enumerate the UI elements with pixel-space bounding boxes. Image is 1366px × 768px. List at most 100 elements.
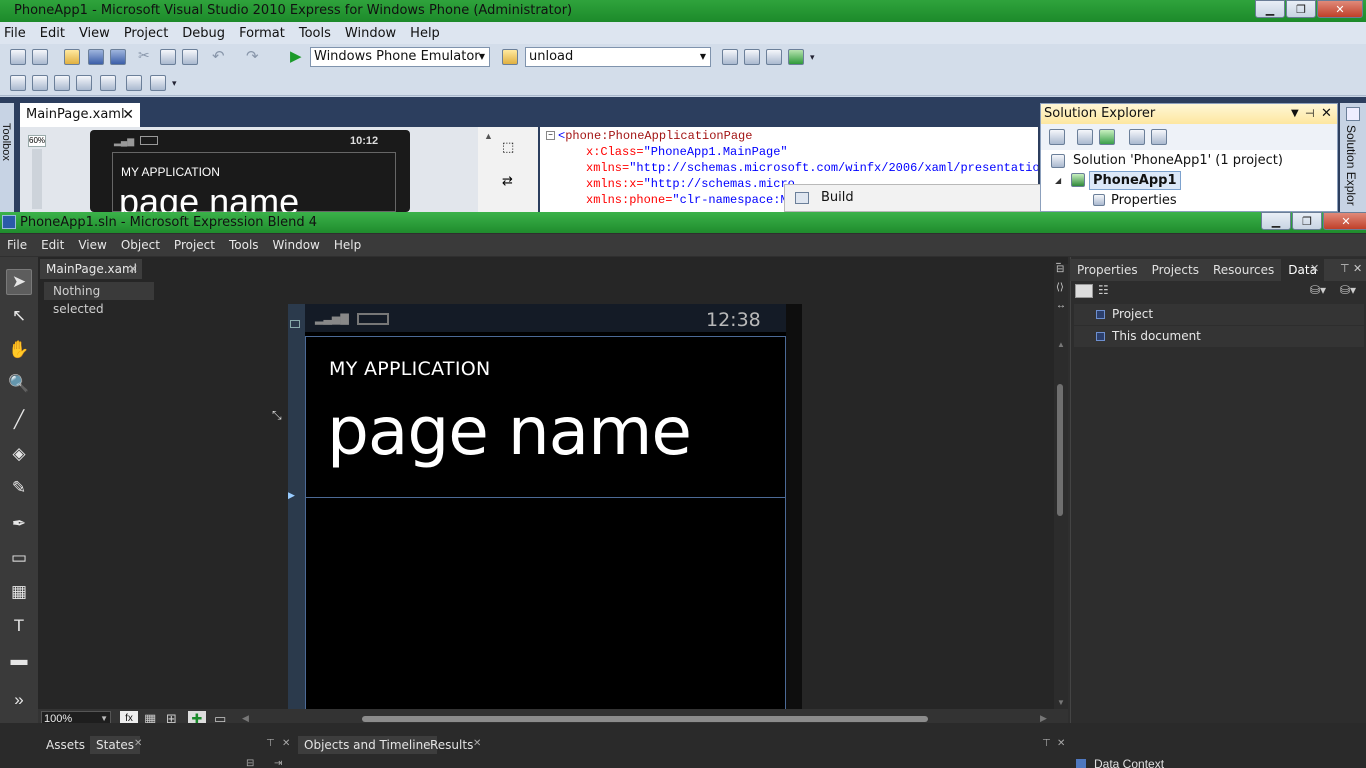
- new-project-icon[interactable]: [10, 49, 26, 65]
- data-item-this-document[interactable]: This document: [1074, 326, 1364, 347]
- save-all-icon[interactable]: [110, 49, 126, 65]
- blend-menu-object[interactable]: Object: [114, 238, 167, 252]
- tab-objects-and-timeline[interactable]: Objects and Timeline: [298, 736, 437, 754]
- size-icon[interactable]: [32, 75, 48, 91]
- properties-icon[interactable]: [744, 49, 760, 65]
- close-icon[interactable]: ✕: [473, 738, 481, 749]
- swap-icon[interactable]: ⇄: [502, 173, 513, 189]
- properties-node[interactable]: Properties: [1111, 193, 1177, 208]
- tab-resources[interactable]: Resources: [1206, 259, 1281, 281]
- grid-mode-icon[interactable]: [290, 320, 300, 328]
- vs-zoom-box[interactable]: 60%: [28, 135, 46, 147]
- context-menu-build[interactable]: Build: [821, 190, 854, 205]
- tab-assets[interactable]: Assets: [40, 736, 91, 754]
- assets-expand-icon[interactable]: »: [6, 687, 32, 713]
- create-data-source-icon[interactable]: ⛁▾: [1310, 283, 1326, 297]
- align-icon[interactable]: [10, 75, 26, 91]
- find-combo[interactable]: unload ▼: [525, 47, 711, 67]
- eyedropper-tool-icon[interactable]: ╱: [6, 407, 32, 433]
- code-view-icon[interactable]: ⟨⟩: [1056, 282, 1064, 293]
- solution-explorer-icon[interactable]: [722, 49, 738, 65]
- expander-icon[interactable]: ◢: [1055, 176, 1061, 185]
- data-item-project[interactable]: Project: [1074, 304, 1364, 325]
- solution-explorer-icon[interactable]: [1346, 107, 1360, 121]
- row-marker-icon[interactable]: ▶: [288, 490, 295, 501]
- solution-explorer-side-label[interactable]: Solution Explor: [1344, 125, 1358, 206]
- toolbar-overflow-icon[interactable]: ▾: [810, 52, 815, 63]
- close-icon[interactable]: ✕: [1353, 262, 1362, 275]
- close-button[interactable]: ✕: [1323, 212, 1366, 230]
- format-icon[interactable]: [100, 75, 116, 91]
- open-file-icon[interactable]: [64, 49, 80, 65]
- artboard-horizontal-scroll-thumb[interactable]: [362, 716, 928, 722]
- vs-doc-tab-mainpage[interactable]: MainPage.xaml ✕: [20, 103, 140, 127]
- indent-icon[interactable]: [126, 75, 142, 91]
- maximize-button[interactable]: ❐: [1286, 0, 1316, 18]
- copy-icon[interactable]: [160, 49, 176, 65]
- vs-menu-debug[interactable]: Debug: [178, 26, 235, 41]
- create-sample-data-icon[interactable]: ⛁▾: [1340, 283, 1356, 297]
- minimize-button[interactable]: ▁: [1255, 0, 1285, 18]
- find-in-files-icon[interactable]: [502, 49, 518, 65]
- swap-panes-icon[interactable]: ⬚: [502, 139, 514, 155]
- blend-menu-view[interactable]: View: [71, 238, 113, 252]
- pin-icon[interactable]: ⊣: [1305, 104, 1315, 124]
- chevron-down-icon[interactable]: ▼: [1291, 104, 1299, 124]
- project-node[interactable]: PhoneApp1: [1089, 171, 1181, 190]
- toolbox-strip[interactable]: Toolbox: [0, 103, 14, 212]
- rectangle-tool-icon[interactable]: ▭: [6, 545, 32, 571]
- save-icon[interactable]: [88, 49, 104, 65]
- split-view-icon[interactable]: ↔: [1056, 300, 1066, 311]
- vs-zoom-slider[interactable]: [32, 149, 42, 209]
- pin-icon[interactable]: ⊤: [1042, 738, 1051, 749]
- blend-menu-project[interactable]: Project: [167, 238, 222, 252]
- scroll-up-icon[interactable]: ▲: [1057, 340, 1065, 349]
- blend-menu-help[interactable]: Help: [327, 238, 368, 252]
- close-icon[interactable]: ✕: [282, 738, 290, 749]
- blend-doc-tab-mainpage[interactable]: MainPage.xaml ✕: [40, 259, 142, 279]
- add-state-group-icon[interactable]: ⊟: [246, 758, 254, 768]
- font-icon[interactable]: [76, 75, 92, 91]
- undo-icon[interactable]: ↶: [212, 47, 225, 65]
- pointer-icon[interactable]: [54, 75, 70, 91]
- close-icon[interactable]: ✕: [128, 259, 138, 279]
- add-item-icon[interactable]: [32, 49, 48, 65]
- vs-menu-edit[interactable]: Edit: [36, 26, 75, 41]
- grid-tool-icon[interactable]: ▦: [6, 579, 32, 605]
- paste-icon[interactable]: [182, 49, 198, 65]
- pin-icon[interactable]: ⊤: [1340, 262, 1350, 275]
- pin-icon[interactable]: ⊤: [266, 738, 275, 749]
- close-icon[interactable]: ✕: [134, 738, 142, 749]
- view-designer-icon[interactable]: [1151, 129, 1167, 145]
- vs-menu-format[interactable]: Format: [235, 26, 295, 41]
- deployment-target-combo[interactable]: Windows Phone Emulator ▼: [310, 47, 490, 67]
- vs-menu-window[interactable]: Window: [341, 26, 406, 41]
- extension-icon[interactable]: [788, 49, 804, 65]
- refresh-icon[interactable]: [1099, 129, 1115, 145]
- close-icon[interactable]: ✕: [1310, 262, 1319, 275]
- tab-properties[interactable]: Properties: [1070, 259, 1145, 281]
- blend-menu-edit[interactable]: Edit: [34, 238, 71, 252]
- show-all-files-icon[interactable]: [1077, 129, 1093, 145]
- blend-menu-window[interactable]: Window: [266, 238, 327, 252]
- start-debugging-icon[interactable]: ▶: [290, 47, 302, 65]
- selection-tool-icon[interactable]: ➤: [6, 269, 32, 295]
- minimize-button[interactable]: ▁: [1261, 212, 1291, 230]
- right-dock-strip[interactable]: Solution Explor: [1340, 103, 1366, 212]
- toolbar-overflow-icon[interactable]: ▾: [172, 78, 177, 89]
- vs-menu-tools[interactable]: Tools: [295, 26, 341, 41]
- toolbox-icon[interactable]: [766, 49, 782, 65]
- control-tool-icon[interactable]: ▬: [6, 647, 32, 673]
- toolbox-label[interactable]: Toolbox: [0, 123, 12, 161]
- paint-bucket-tool-icon[interactable]: ◈: [6, 441, 32, 467]
- direct-selection-tool-icon[interactable]: ↖: [6, 303, 32, 329]
- blend-menu-tools[interactable]: Tools: [222, 238, 266, 252]
- cut-icon[interactable]: ✂: [138, 47, 150, 64]
- close-button[interactable]: ✕: [1317, 0, 1363, 18]
- redo-icon[interactable]: ↷: [246, 47, 259, 65]
- artboard-vertical-scroll-thumb[interactable]: [1057, 384, 1063, 516]
- snap-icon[interactable]: ⊟: [1056, 264, 1064, 275]
- pen-tool-icon[interactable]: ✒: [6, 511, 32, 537]
- list-mode-icon[interactable]: [1075, 284, 1093, 298]
- details-mode-icon[interactable]: ☷: [1098, 283, 1109, 297]
